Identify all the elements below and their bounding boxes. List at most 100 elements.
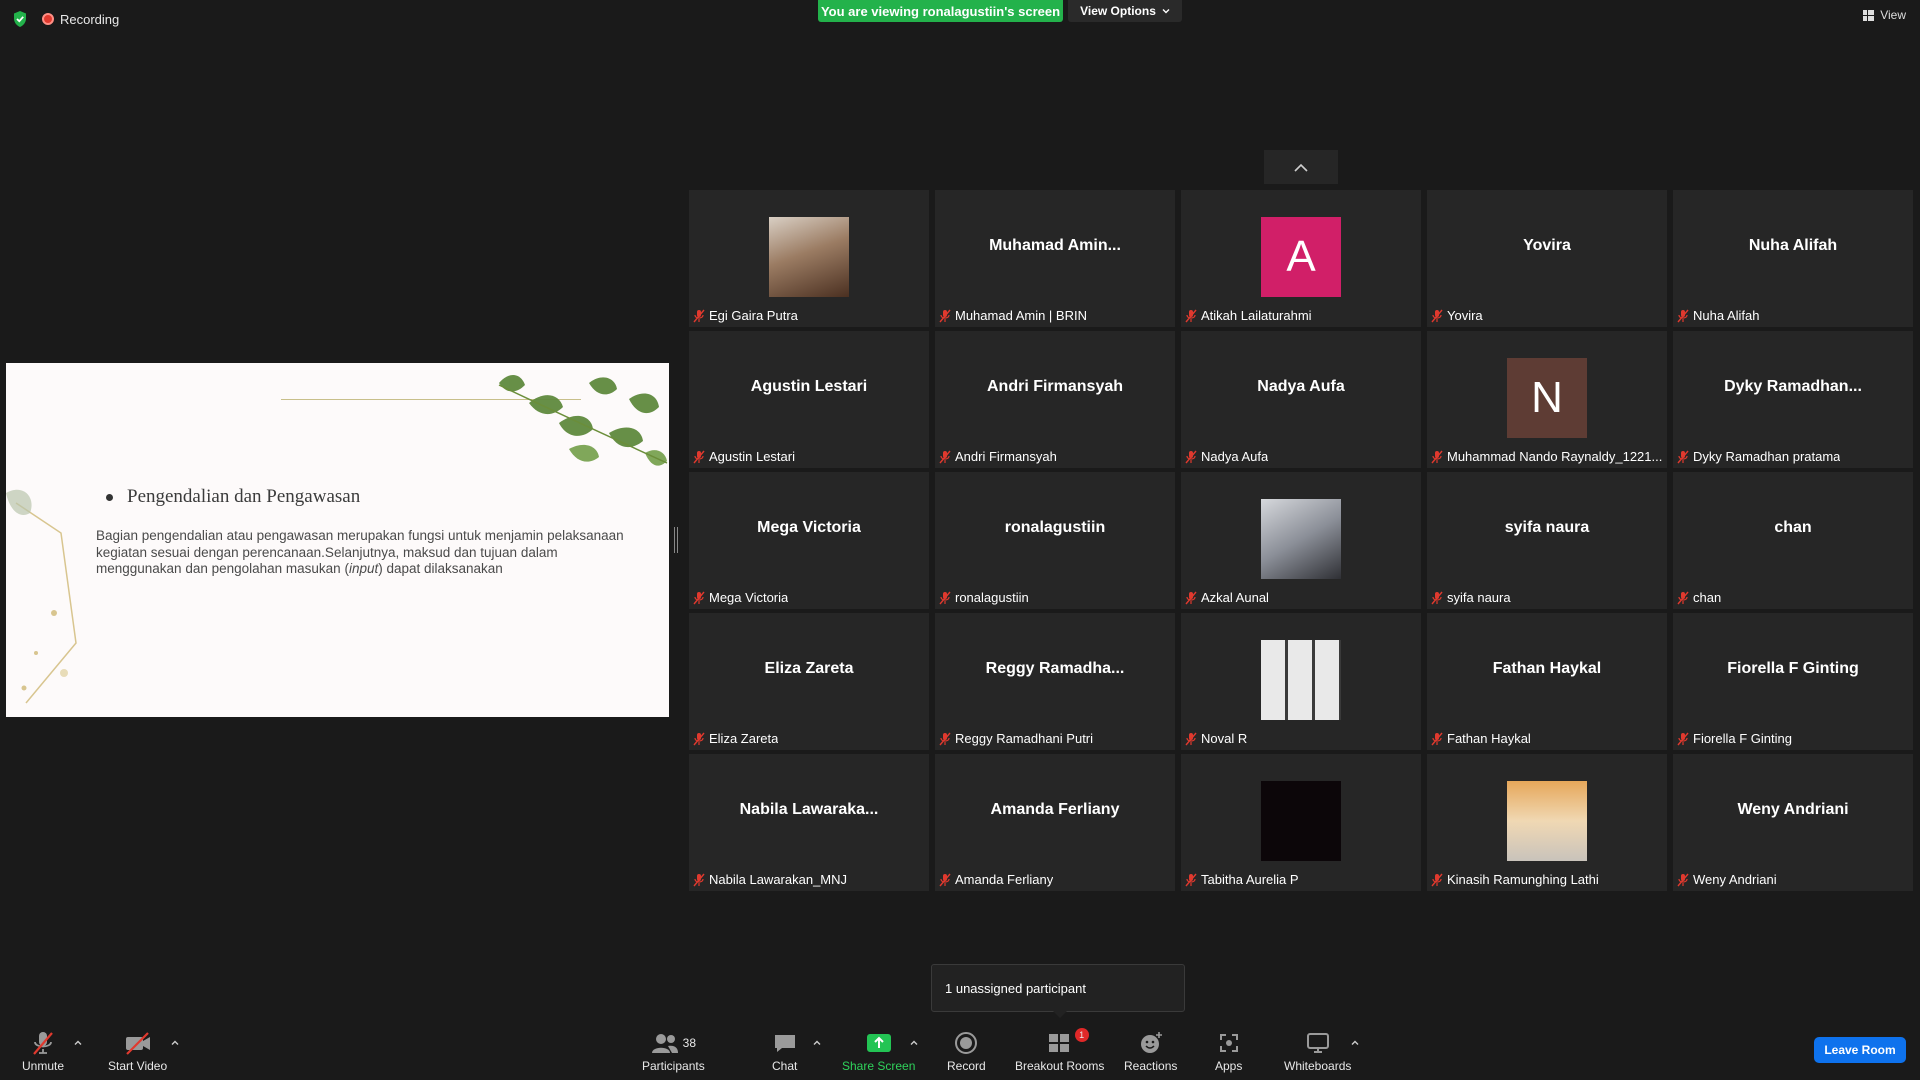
participant-tile[interactable]: Mega Victoria Mega Victoria bbox=[689, 472, 929, 609]
participant-tile[interactable]: Noval R bbox=[1181, 613, 1421, 750]
recording-dot-icon bbox=[42, 13, 54, 25]
participant-display-name: Amanda Ferliany bbox=[990, 801, 1120, 818]
breakout-rooms-button[interactable]: 1 Breakout Rooms bbox=[1015, 1028, 1105, 1073]
participant-tile[interactable]: ronalagustiin ronalagustiin bbox=[935, 472, 1175, 609]
shared-screen[interactable]: Pengendalian dan Pengawasan Bagian penge… bbox=[6, 363, 669, 717]
mic-muted-icon bbox=[939, 309, 951, 322]
participant-name-label: Kinasih Ramunghing Lathi bbox=[1431, 871, 1599, 888]
slide-title-text: Pengendalian dan Pengawasan bbox=[127, 486, 361, 507]
participant-name: ronalagustiin bbox=[955, 590, 1029, 605]
participant-name: Andri Firmansyah bbox=[955, 449, 1057, 464]
mic-muted-icon bbox=[1185, 873, 1197, 886]
mic-muted-icon bbox=[1431, 309, 1443, 322]
participant-tile[interactable]: Yovira Yovira bbox=[1427, 190, 1667, 327]
breakout-rooms-label: Breakout Rooms bbox=[1015, 1059, 1105, 1073]
unassigned-participant-popup[interactable]: 1 unassigned participant bbox=[931, 964, 1185, 1012]
video-options-caret-icon[interactable] bbox=[170, 1038, 180, 1048]
grid-view-icon bbox=[1863, 9, 1875, 21]
view-options-button[interactable]: View Options bbox=[1068, 0, 1182, 22]
participant-tile[interactable]: Muhamad Amin... Muhamad Amin | BRIN bbox=[935, 190, 1175, 327]
mic-muted-icon bbox=[1431, 732, 1443, 745]
participant-tile[interactable]: Eliza Zareta Eliza Zareta bbox=[689, 613, 929, 750]
share-screen-button[interactable]: Share Screen bbox=[842, 1030, 915, 1073]
split-resize-handle[interactable] bbox=[674, 527, 678, 553]
zoom-meeting-window: Recording You are viewing ronalagustiin'… bbox=[0, 0, 1920, 1080]
participant-name: Reggy Ramadhani Putri bbox=[955, 731, 1094, 746]
participant-tile[interactable]: Andri Firmansyah Andri Firmansyah bbox=[935, 331, 1175, 468]
participants-count: 38 bbox=[682, 1036, 697, 1050]
mic-muted-icon bbox=[939, 591, 951, 604]
leave-room-button[interactable]: Leave Room bbox=[1814, 1037, 1906, 1063]
view-button[interactable]: View bbox=[1863, 8, 1906, 22]
reactions-button[interactable]: Reactions bbox=[1124, 1030, 1177, 1073]
mic-muted-icon bbox=[1677, 309, 1689, 322]
chat-button[interactable]: Chat bbox=[772, 1030, 797, 1073]
apps-button[interactable]: Apps bbox=[1215, 1030, 1242, 1073]
participant-name-label: Dyky Ramadhan pratama bbox=[1677, 448, 1840, 465]
gallery-scroll-up-button[interactable] bbox=[1264, 150, 1338, 184]
unmute-button[interactable]: Unmute bbox=[22, 1030, 64, 1073]
bullet-dot bbox=[106, 493, 113, 501]
participant-tile[interactable]: Nuha Alifah Nuha Alifah bbox=[1673, 190, 1913, 327]
share-options-caret-icon[interactable] bbox=[909, 1038, 919, 1048]
participant-tile[interactable]: Amanda Ferliany Amanda Ferliany bbox=[935, 754, 1175, 891]
mic-muted-icon bbox=[693, 873, 705, 886]
participant-name-label: Noval R bbox=[1185, 730, 1247, 747]
mic-muted-icon bbox=[939, 873, 951, 886]
view-label: View bbox=[1880, 8, 1906, 22]
participant-tile[interactable]: N Muhammad Nando Raynaldy_1221... bbox=[1427, 331, 1667, 468]
start-video-button[interactable]: Start Video bbox=[108, 1030, 167, 1073]
top-left-status: Recording bbox=[12, 10, 119, 28]
participant-tile[interactable]: Dyky Ramadhan... Dyky Ramadhan pratama bbox=[1673, 331, 1913, 468]
avatar bbox=[1507, 781, 1587, 861]
recording-indicator[interactable]: Recording bbox=[42, 12, 119, 27]
participant-tile[interactable]: A Atikah Lailaturahmi bbox=[1181, 190, 1421, 327]
avatar-letter: N bbox=[1531, 373, 1563, 422]
participant-name: Amanda Ferliany bbox=[955, 872, 1054, 887]
participant-tile[interactable]: Azkal Aunal bbox=[1181, 472, 1421, 609]
participant-name-label: Egi Gaira Putra bbox=[693, 307, 798, 324]
whiteboards-button[interactable]: Whiteboards bbox=[1284, 1030, 1351, 1073]
mic-muted-icon bbox=[693, 732, 705, 745]
participant-tile[interactable]: Reggy Ramadha... Reggy Ramadhani Putri bbox=[935, 613, 1175, 750]
participant-name: chan bbox=[1693, 590, 1722, 605]
whiteboards-options-caret-icon[interactable] bbox=[1350, 1038, 1360, 1048]
record-button[interactable]: Record bbox=[947, 1030, 986, 1073]
participant-tile[interactable]: Fathan Haykal Fathan Haykal bbox=[1427, 613, 1667, 750]
participant-name-label: Andri Firmansyah bbox=[939, 448, 1057, 465]
participant-display-name: Agustin Lestari bbox=[750, 378, 868, 395]
participant-name-label: Atikah Lailaturahmi bbox=[1185, 307, 1312, 324]
participant-tile[interactable]: Kinasih Ramunghing Lathi bbox=[1427, 754, 1667, 891]
participants-label: Participants bbox=[642, 1059, 705, 1073]
avatar bbox=[1261, 640, 1341, 720]
participant-tile[interactable]: Fiorella F Ginting Fiorella F Ginting bbox=[1673, 613, 1913, 750]
participant-name-label: Fiorella F Ginting bbox=[1677, 730, 1792, 747]
chat-options-caret-icon[interactable] bbox=[812, 1038, 822, 1048]
participant-name: Nabila Lawarakan_MNJ bbox=[709, 872, 848, 887]
participant-display-name: Muhamad Amin... bbox=[989, 237, 1121, 254]
participant-name-label: ronalagustiin bbox=[939, 589, 1029, 606]
participant-name-label: Muhammad Nando Raynaldy_1221... bbox=[1431, 448, 1662, 465]
participant-display-name: Nabila Lawaraka... bbox=[739, 801, 879, 818]
mic-muted-icon bbox=[1185, 591, 1197, 604]
participant-tile[interactable]: syifa naura syifa naura bbox=[1427, 472, 1667, 609]
participant-tile[interactable]: Tabitha Aurelia P bbox=[1181, 754, 1421, 891]
participant-name-label: chan bbox=[1677, 589, 1721, 606]
recording-label: Recording bbox=[60, 11, 120, 27]
shield-icon[interactable] bbox=[12, 10, 28, 28]
participant-tile[interactable]: Egi Gaira Putra bbox=[689, 190, 929, 327]
participant-name-label: Amanda Ferliany bbox=[939, 871, 1053, 888]
participants-button[interactable]: 38 Participants bbox=[642, 1030, 705, 1073]
participant-tile[interactable]: Nabila Lawaraka... Nabila Lawarakan_MNJ bbox=[689, 754, 929, 891]
participant-tile[interactable]: Nadya Aufa Nadya Aufa bbox=[1181, 331, 1421, 468]
participant-display-name: Yovira bbox=[1523, 237, 1571, 254]
participant-name: Azkal Aunal bbox=[1201, 590, 1269, 605]
chevron-down-icon bbox=[1162, 9, 1170, 14]
participant-tile[interactable]: Agustin Lestari Agustin Lestari bbox=[689, 331, 929, 468]
audio-options-caret-icon[interactable] bbox=[73, 1038, 83, 1048]
participant-tile[interactable]: chan chan bbox=[1673, 472, 1913, 609]
participant-tile[interactable]: Weny Andriani Weny Andriani bbox=[1673, 754, 1913, 891]
participant-name: Dyky Ramadhan pratama bbox=[1693, 449, 1841, 464]
breakout-rooms-icon bbox=[1048, 1034, 1069, 1052]
avatar bbox=[769, 217, 849, 297]
